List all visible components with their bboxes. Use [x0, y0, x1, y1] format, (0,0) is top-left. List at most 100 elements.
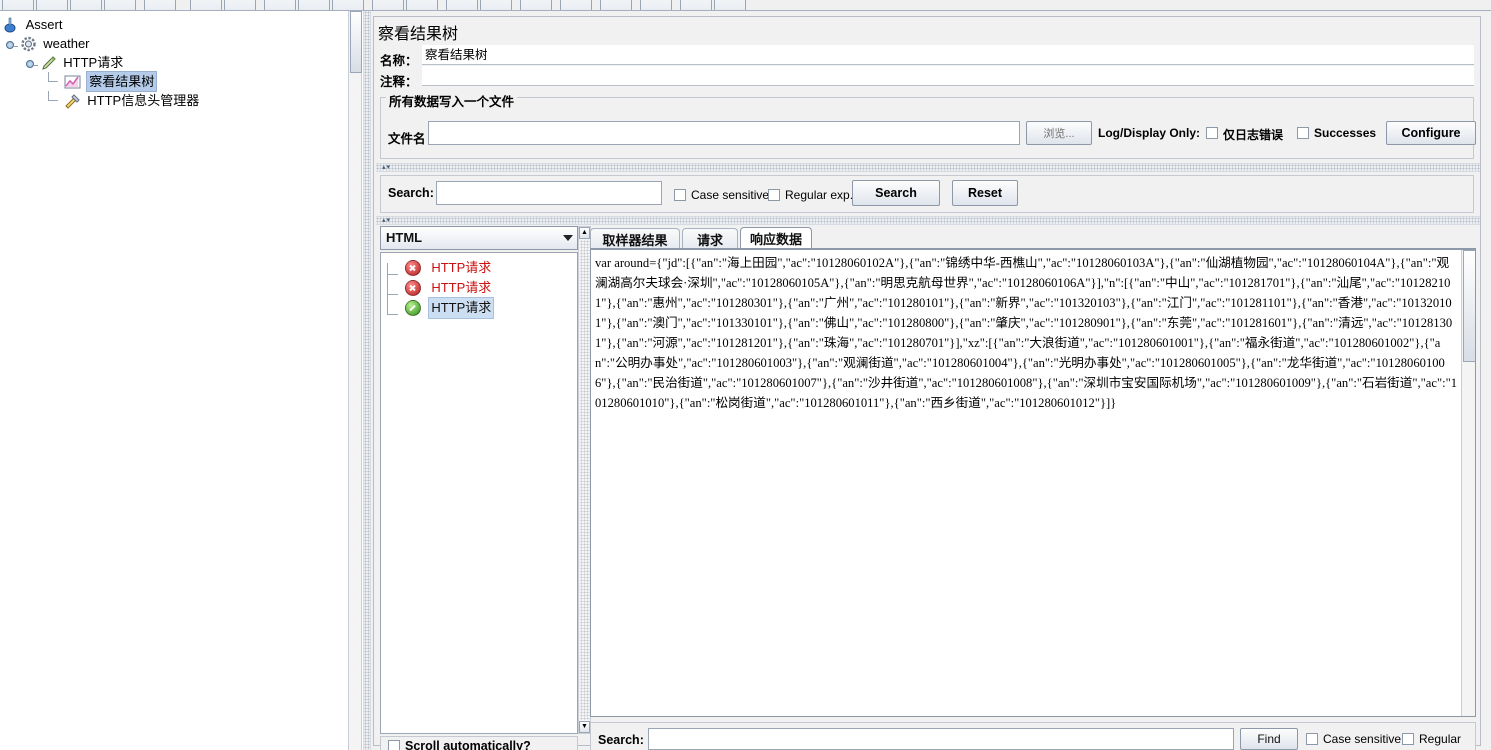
tree-node-label: Assert [25, 17, 63, 33]
toolbar-button[interactable] [372, 0, 404, 10]
main-vertical-splitter[interactable] [363, 11, 371, 750]
response-data-view[interactable]: var around={"jd":[{"an":"海上田园","ac":"101… [590, 249, 1476, 717]
toolbar-button[interactable] [144, 0, 176, 10]
toolbar-button[interactable] [640, 0, 672, 10]
bottom-regular-exp-checkbox[interactable] [1402, 733, 1414, 745]
scroll-up-button[interactable]: ▲ [579, 227, 590, 239]
tree-expand-handle[interactable] [22, 55, 38, 71]
tree-connector [44, 72, 60, 91]
log-errors-checkbox[interactable] [1206, 127, 1218, 139]
log-errors-label: 仅日志错误 [1223, 128, 1284, 142]
name-label: 名称： [380, 54, 418, 68]
main-toolbar [0, 0, 1491, 11]
horizontal-splitter-bottom[interactable]: ▴▾ [376, 216, 1480, 225]
top-regular-exp-checkbox[interactable] [768, 189, 780, 201]
header-manager-icon [64, 93, 81, 109]
horizontal-splitter-top[interactable]: ▴▾ [376, 163, 1480, 172]
toolbar-button[interactable] [264, 0, 296, 10]
test-plan-tree[interactable]: Assert weather HTTP请求 察看结果树 HTTP信息头管理器 [0, 11, 348, 109]
test-plan-tree-panel[interactable]: Assert weather HTTP请求 察看结果树 HTTP信息头管理器 [0, 11, 348, 750]
toolbar-button[interactable] [600, 0, 632, 10]
tab-response-data[interactable]: 响应数据 [740, 227, 812, 249]
tree-node-http-request[interactable]: HTTP请求 [0, 52, 348, 71]
top-case-sensitive-checkbox[interactable] [674, 189, 686, 201]
result-tabs[interactable]: 取样器结果 请求 响应数据 [590, 226, 1476, 249]
tree-expand-handle[interactable] [2, 36, 18, 52]
tree-vertical-scrollbar[interactable] [348, 11, 362, 750]
tab-label: 取样器结果 [602, 232, 668, 248]
filename-label: 文件名 [388, 132, 426, 146]
log-display-only-label: Log/Display Only: [1098, 126, 1201, 140]
tree-node-label: HTTP信息头管理器 [87, 93, 200, 109]
page-title: 察看结果树 [378, 26, 459, 43]
list-item[interactable]: HTTP请求 [381, 296, 577, 319]
comment-input[interactable] [422, 66, 1474, 86]
top-regular-exp-label: Regular exp. [785, 188, 854, 202]
bottom-regular-exp-label: Regular exp. [1419, 732, 1462, 750]
reset-button[interactable]: Reset [952, 180, 1018, 206]
tab-sampler-result[interactable]: 取样器结果 [590, 228, 680, 249]
chevron-down-icon[interactable] [563, 235, 573, 241]
tree-node-header-manager[interactable]: HTTP信息头管理器 [0, 90, 348, 109]
splitter-collapse-arrows[interactable]: ▴▾ [382, 163, 404, 172]
toolbar-button[interactable] [406, 0, 438, 10]
tree-node-assert[interactable]: Assert [0, 14, 348, 33]
toolbar-button[interactable] [70, 0, 102, 10]
renderer-combo[interactable]: HTML [380, 226, 578, 250]
find-button[interactable]: Find [1240, 728, 1298, 750]
bottom-search-input[interactable] [648, 728, 1234, 750]
results-list[interactable]: HTTP请求 HTTP请求 HTTP请求 [380, 252, 578, 734]
toolbar-button[interactable] [560, 0, 592, 10]
list-tree-connector [387, 263, 398, 315]
tree-node-label: weather [43, 36, 90, 52]
toolbar-button[interactable] [224, 0, 256, 10]
scrollbar-thumb[interactable] [350, 11, 362, 73]
toolbar-button[interactable] [36, 0, 68, 10]
name-input[interactable]: 察看结果树 [422, 45, 1474, 65]
configure-button[interactable]: Configure [1386, 121, 1476, 145]
list-item[interactable]: HTTP请求 [381, 257, 577, 277]
toolbar-button[interactable] [520, 0, 552, 10]
successes-checkbox[interactable] [1297, 127, 1309, 139]
success-icon [405, 299, 421, 316]
tree-node-weather[interactable]: weather [0, 33, 348, 52]
list-item[interactable]: HTTP请求 [381, 277, 577, 297]
tab-label: 响应数据 [749, 232, 802, 247]
tab-request[interactable]: 请求 [682, 228, 738, 249]
splitter-collapse-arrows[interactable]: ▴▾ [382, 216, 404, 225]
scrollbar-thumb[interactable] [1463, 250, 1475, 362]
toolbar-button[interactable] [480, 0, 512, 10]
tree-node-label: 察看结果树 [86, 71, 158, 93]
toolbar-button[interactable] [104, 0, 136, 10]
tree-connector [44, 91, 60, 110]
bottom-search-label: Search: [598, 733, 644, 747]
toolbar-button[interactable] [298, 0, 330, 10]
toolbar-button[interactable] [190, 0, 222, 10]
toolbar-button[interactable] [2, 0, 34, 10]
view-results-tree-panel: 察看结果树 名称： 察看结果树 注释： 所有数据写入一个文件 文件名 浏览...… [371, 11, 1491, 750]
error-icon [405, 279, 421, 296]
response-vertical-scrollbar[interactable] [1461, 250, 1475, 716]
list-item-label: HTTP请求 [431, 279, 492, 295]
toolbar-button[interactable] [332, 0, 364, 10]
toolbar-button[interactable] [680, 0, 712, 10]
browse-button[interactable]: 浏览... [1026, 121, 1092, 145]
filename-input[interactable] [428, 121, 1020, 145]
scroll-down-button[interactable]: ▼ [579, 721, 590, 733]
list-item-label: HTTP请求 [431, 259, 492, 275]
comment-label: 注释： [380, 75, 418, 89]
tree-node-label: HTTP请求 [63, 55, 124, 71]
successes-label: Successes [1314, 126, 1377, 140]
scroll-automatically-checkbox[interactable] [388, 740, 400, 750]
bottom-case-sensitive-checkbox[interactable] [1306, 733, 1318, 745]
bottom-case-sensitive-label: Case sensitive [1323, 732, 1402, 746]
toolbar-button[interactable] [714, 0, 746, 10]
write-file-group-title: 所有数据写入一个文件 [386, 91, 518, 110]
tree-node-view-results-tree[interactable]: 察看结果树 [0, 71, 348, 93]
renderer-combo-value: HTML [386, 230, 423, 245]
list-item-label: HTTP请求 [428, 296, 495, 319]
top-search-input[interactable] [436, 181, 662, 205]
top-case-sensitive-label: Case sensitive [691, 188, 770, 202]
search-button[interactable]: Search [852, 180, 940, 206]
toolbar-button[interactable] [446, 0, 478, 10]
